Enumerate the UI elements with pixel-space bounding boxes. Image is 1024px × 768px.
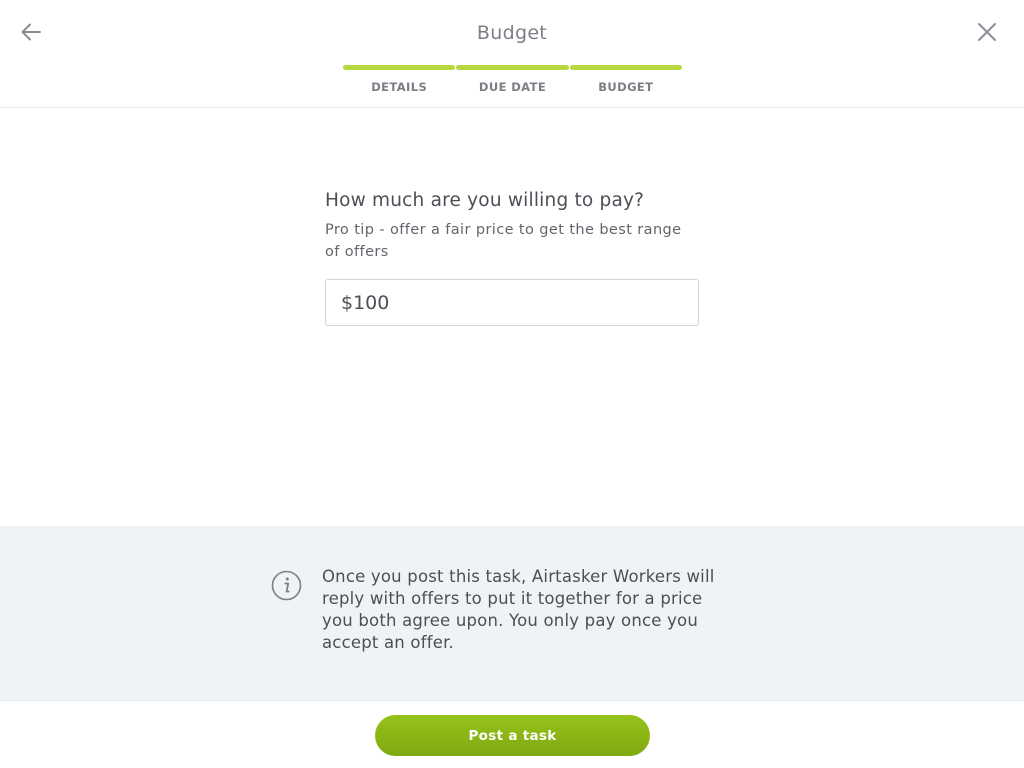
- step-details[interactable]: DETAILS: [343, 65, 456, 97]
- step-label: BUDGET: [598, 80, 654, 94]
- question-heading: How much are you willing to pay?: [325, 190, 645, 211]
- close-button[interactable]: [970, 16, 1004, 48]
- step-bar: [569, 65, 682, 70]
- budget-amount-input[interactable]: [325, 279, 699, 326]
- step-label: DETAILS: [371, 80, 428, 94]
- step-budget[interactable]: BUDGET: [569, 65, 682, 97]
- pro-tip-text: Pro tip - offer a fair price to get the …: [325, 222, 682, 260]
- post-task-button[interactable]: Post a task: [375, 715, 650, 756]
- step-due-date[interactable]: DUE DATE: [456, 65, 569, 97]
- footer: Post a task: [0, 700, 1024, 768]
- step-bar: [343, 65, 456, 70]
- header: Budget DETAILS DUE DATE BUDGET: [0, 0, 1024, 108]
- step-label: DUE DATE: [478, 80, 547, 94]
- info-text: Once you post this task, Airtasker Worke…: [322, 567, 715, 652]
- progress-steps: DETAILS DUE DATE BUDGET: [343, 65, 683, 97]
- info-icon: [271, 570, 302, 601]
- step-bar: [456, 65, 569, 70]
- page-title: Budget: [476, 22, 548, 44]
- budget-form: How much are you willing to pay? Pro tip…: [325, 190, 699, 326]
- close-icon: [978, 23, 996, 41]
